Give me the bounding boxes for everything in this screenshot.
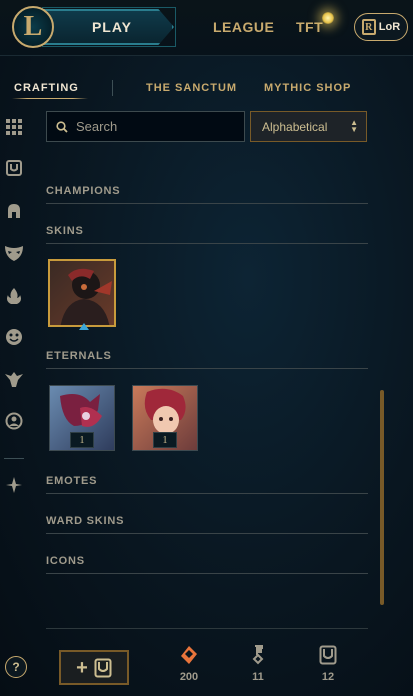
lor-icon: R [361,19,376,35]
ward-icon[interactable] [3,368,25,390]
add-chest-button[interactable]: + [59,650,129,685]
section-emotes-title[interactable]: EMOTES [46,475,97,487]
bottom-divider [46,628,368,629]
tab-the-sanctum[interactable]: THE SANCTUM [146,82,237,94]
skin-art-image [50,261,114,325]
flame-icon[interactable] [3,285,25,307]
rail-divider [4,458,24,459]
lor-label: LoR [378,21,401,33]
tab-mythic-shop[interactable]: MYTHIC SHOP [264,82,351,94]
skin-shard-tile[interactable] [48,259,116,327]
tab-crafting[interactable]: CRAFTING [14,82,79,94]
tab-active-underline [12,98,88,99]
grid-icon[interactable] [3,116,25,138]
section-ward-skins-title[interactable]: WARD SKINS [46,515,124,527]
notification-glow-icon [322,12,334,24]
helmet-icon[interactable] [3,200,25,222]
scrollbar[interactable] [380,390,384,605]
essence-icon [181,646,197,664]
essence-count: 200 [179,671,199,683]
play-button-label: PLAY [91,19,133,35]
chroma-icon[interactable] [3,474,25,496]
search-box[interactable] [46,111,245,142]
chevron-updown-icon: ▲ ▼ [350,118,358,134]
chest-currency: 12 [308,645,348,683]
key-count: 11 [252,671,264,683]
chest-icon [94,658,112,677]
essence-currency: 200 [169,645,209,683]
chest-icon [319,645,337,665]
section-divider [46,573,368,574]
sort-dropdown[interactable]: Alphabetical ▲ ▼ [250,111,367,142]
selected-indicator-icon [79,323,89,330]
help-label: ? [12,660,20,674]
search-input[interactable] [76,119,226,134]
chest-icon[interactable] [3,157,25,179]
tab-divider [112,80,113,96]
play-button[interactable]: PLAY [44,9,174,45]
section-skins-title[interactable]: SKINS [46,225,84,237]
top-bar: PLAY L LEAGUE TFT R LoR [0,0,413,56]
plus-icon: + [76,656,88,679]
profile-icon[interactable] [3,410,25,432]
section-divider [46,368,368,369]
sort-selected-value: Alphabetical [262,119,328,134]
logo-glyph: L [23,11,43,42]
section-divider [46,493,368,494]
emote-icon[interactable] [3,326,25,348]
key-icon [252,645,264,665]
section-divider [46,533,368,534]
section-eternals-title[interactable]: ETERNALS [46,350,112,362]
key-currency: 11 [238,645,278,683]
section-icons-title[interactable]: ICONS [46,555,85,567]
nav-tft[interactable]: TFT [296,19,323,35]
eternal-count: 1 [70,432,94,448]
eternal-shard-tile[interactable]: 1 [49,385,115,451]
chest-count: 12 [321,671,335,683]
mask-icon[interactable] [3,242,25,264]
eternal-count: 1 [153,432,177,448]
search-icon [56,120,68,133]
section-divider [46,243,368,244]
section-divider [46,203,368,204]
help-button[interactable]: ? [5,656,27,678]
eternal-shard-tile[interactable]: 1 [132,385,198,451]
lor-button[interactable]: R LoR [354,13,408,41]
section-champions-title[interactable]: CHAMPIONS [46,185,120,197]
league-logo-icon[interactable]: L [12,6,54,48]
nav-league[interactable]: LEAGUE [213,19,274,35]
